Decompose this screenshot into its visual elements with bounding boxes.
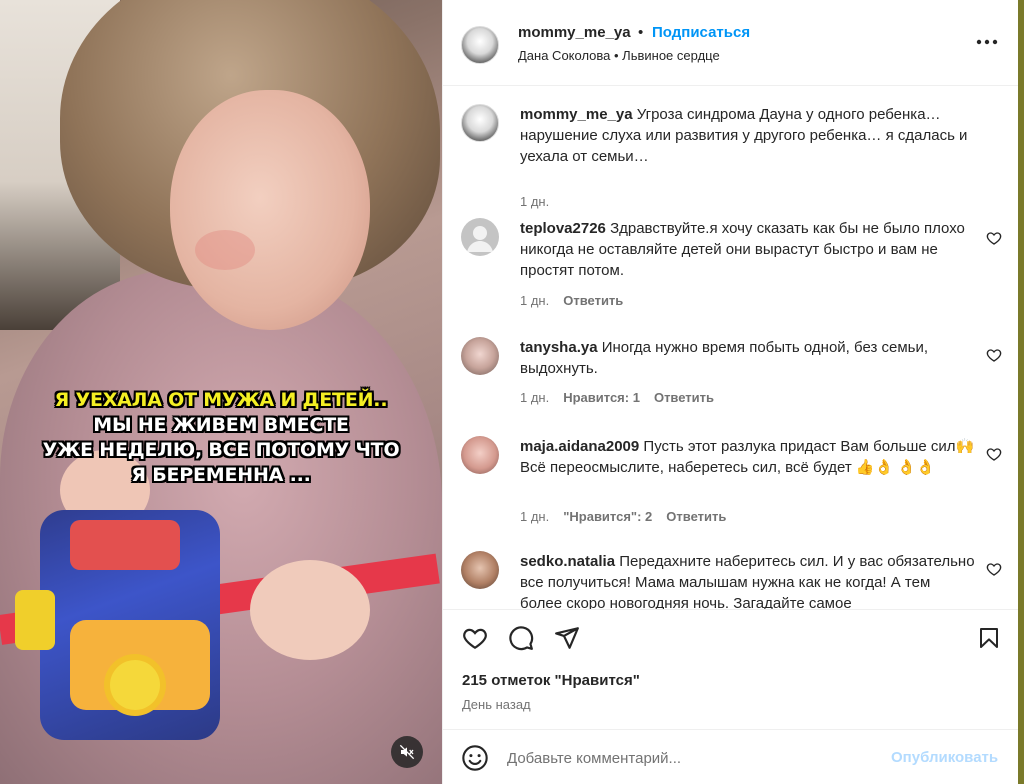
more-options-button[interactable] — [975, 30, 999, 54]
post-details-panel: mommy_me_ya • Подписаться Дана Соколова … — [442, 0, 1019, 784]
video-caption-overlay: Я УЕХАЛА ОТ МУЖА И ДЕТЕЙ.. МЫ НЕ ЖИВЕМ В… — [20, 388, 422, 488]
comment-button[interactable] — [507, 624, 535, 652]
comment-meta: 1 дн. "Нравится": 2 Ответить — [520, 509, 726, 524]
comment-composer: Опубликовать — [443, 729, 1019, 784]
media-cheek — [195, 230, 255, 270]
caption-text: mommy_me_ya Угроза синдрома Дауна у одно… — [520, 104, 975, 167]
save-button[interactable] — [975, 624, 1003, 652]
default-avatar-icon — [467, 226, 493, 252]
heart-icon[interactable] — [986, 446, 1002, 462]
like-button[interactable] — [461, 624, 489, 652]
media-toy-flower — [110, 660, 160, 710]
reply-button[interactable]: Ответить — [666, 509, 726, 524]
comment-meta: 1 дн. Нравится: 1 Ответить — [520, 390, 714, 405]
comments-list[interactable]: mommy_me_ya Угроза синдрома Дауна у одно… — [443, 87, 1019, 609]
caption-author[interactable]: mommy_me_ya — [520, 106, 633, 123]
commenter-avatar[interactable] — [461, 551, 499, 589]
comment-time[interactable]: 1 дн. — [520, 293, 549, 308]
commenter-avatar[interactable] — [461, 337, 499, 375]
post-media[interactable]: Я УЕХАЛА ОТ МУЖА И ДЕТЕЙ.. МЫ НЕ ЖИВЕМ В… — [0, 0, 442, 784]
reply-button[interactable]: Ответить — [654, 390, 714, 405]
audio-attribution[interactable]: Дана Соколова • Львиное сердце — [518, 48, 720, 63]
speaker-muted-icon — [399, 744, 415, 760]
caption-time[interactable]: 1 дн. — [520, 194, 549, 209]
comment-text: maja.aidana2009 Пусть этот разлука прида… — [520, 436, 975, 478]
comment-likes[interactable]: Нравится: 1 — [563, 390, 640, 405]
media-face — [170, 90, 370, 330]
emoji-icon[interactable] — [461, 744, 489, 772]
media-hand — [250, 560, 370, 660]
comment-author[interactable]: sedko.natalia — [520, 553, 615, 570]
comment-author[interactable]: teplova2726 — [520, 220, 606, 237]
post-header: mommy_me_ya • Подписаться Дана Соколова … — [443, 0, 1019, 86]
likes-count[interactable]: 215 отметок "Нравится" — [462, 672, 640, 689]
reply-button[interactable]: Ответить — [563, 293, 623, 308]
overlay-line: Я УЕХАЛА ОТ МУЖА И ДЕТЕЙ.. — [54, 389, 388, 411]
commenter-avatar[interactable] — [461, 436, 499, 474]
heart-icon[interactable] — [986, 230, 1002, 246]
media-toy-top — [70, 520, 180, 570]
overlay-line: Я БЕРЕМЕННА ... — [131, 464, 311, 486]
comment-likes[interactable]: "Нравится": 2 — [563, 509, 652, 524]
heart-icon[interactable] — [986, 347, 1002, 363]
comment-text: sedko.natalia Передахните наберитесь сил… — [520, 551, 975, 609]
heart-icon[interactable] — [986, 561, 1002, 577]
overlay-line: МЫ НЕ ЖИВЕМ ВМЕСТЕ — [93, 414, 349, 436]
more-horizontal-icon — [976, 39, 998, 45]
publish-button[interactable]: Опубликовать — [891, 749, 998, 766]
comment-icon — [509, 626, 534, 651]
author-avatar[interactable] — [461, 26, 499, 64]
heart-icon — [463, 628, 487, 650]
post-date[interactable]: День назад — [462, 697, 531, 712]
comment-text: tanysha.ya Иногда нужно время побыть одн… — [520, 337, 975, 379]
separator-dot: • — [638, 24, 644, 41]
media-toy-yellow — [15, 590, 55, 650]
comment-author[interactable]: maja.aidana2009 — [520, 438, 639, 455]
comment-text: teplova2726 Здравствуйте.я хочу сказать … — [520, 218, 975, 281]
comment-time[interactable]: 1 дн. — [520, 509, 549, 524]
commenter-avatar[interactable] — [461, 218, 499, 256]
mute-button[interactable] — [391, 736, 423, 768]
bookmark-icon — [980, 628, 998, 648]
comment-author[interactable]: tanysha.ya — [520, 339, 598, 356]
page-scrollbar[interactable] — [1018, 0, 1024, 784]
share-button[interactable] — [553, 624, 581, 652]
caption-meta: 1 дн. — [520, 194, 549, 209]
comment-input[interactable] — [507, 744, 877, 772]
overlay-line: УЖЕ НЕДЕЛЮ, ВСЕ ПОТОМУ ЧТО — [42, 439, 400, 461]
comment-meta: 1 дн. Ответить — [520, 293, 623, 308]
send-icon — [555, 627, 579, 649]
comment-time[interactable]: 1 дн. — [520, 390, 549, 405]
follow-button[interactable]: Подписаться — [652, 24, 750, 41]
author-avatar[interactable] — [461, 104, 499, 142]
author-username[interactable]: mommy_me_ya — [518, 24, 631, 41]
